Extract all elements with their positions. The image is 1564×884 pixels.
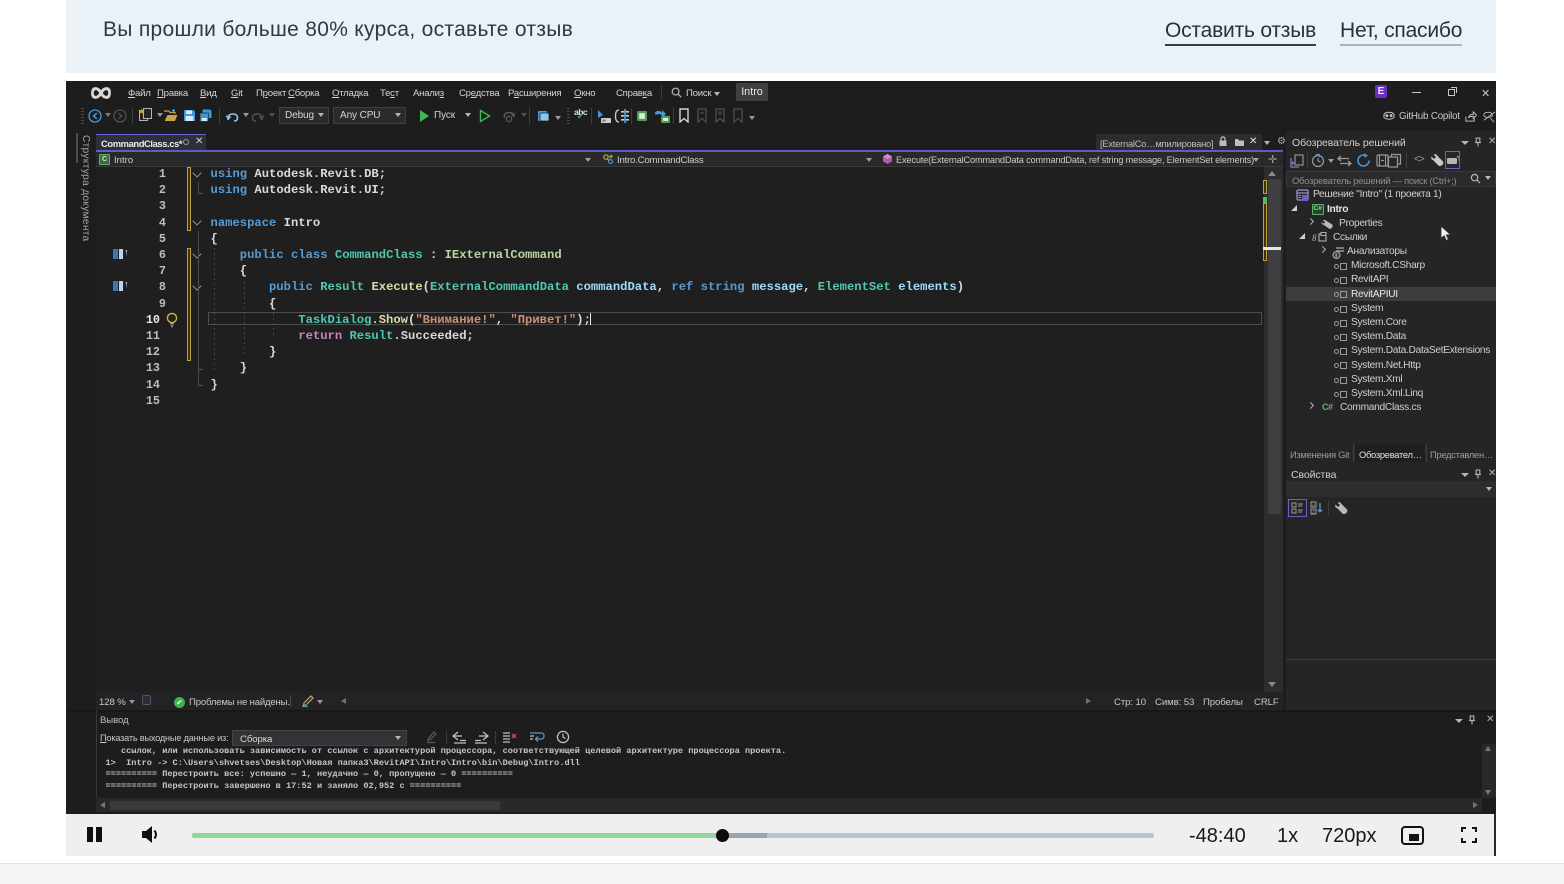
svg-text:Z: Z [1312,509,1315,514]
svg-text:i: i [1335,252,1337,258]
svg-text:8: 8 [1312,233,1317,243]
svg-text:A: A [1312,502,1315,507]
